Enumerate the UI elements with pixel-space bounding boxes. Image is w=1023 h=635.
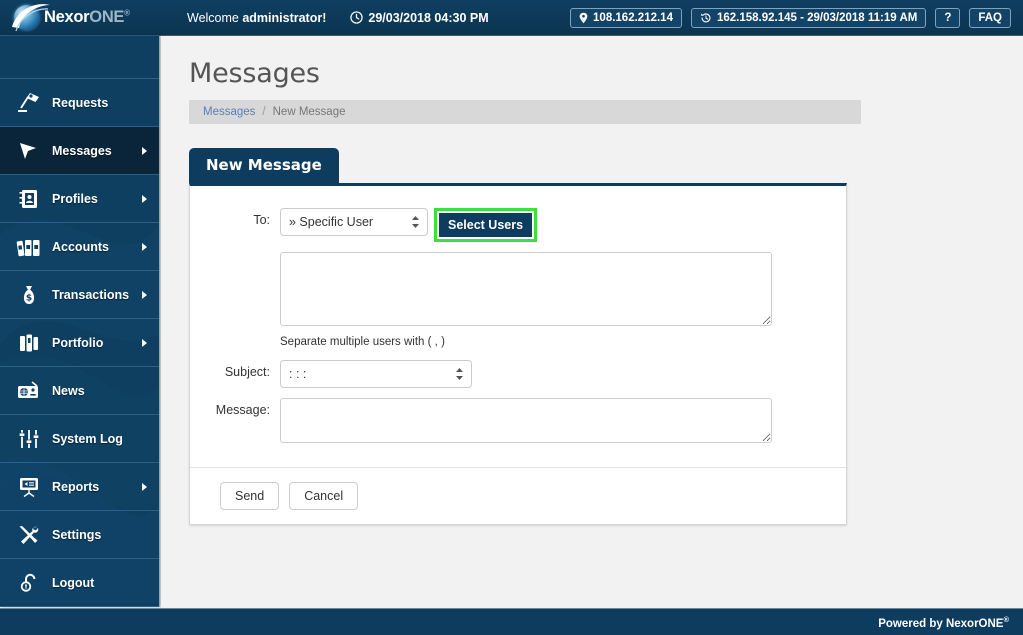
logo-text-nexor: Nexor	[44, 8, 90, 26]
history-icon	[701, 12, 711, 22]
chevron-right-icon-profiles	[142, 194, 147, 203]
help-button[interactable]: ?	[935, 7, 961, 28]
new-message-panel: To: » Specific User Select Users Separat…	[189, 183, 847, 525]
sidebar-label-news: News	[52, 383, 85, 398]
sidebar-label-settings: Settings	[52, 527, 102, 542]
sidebar-item-settings[interactable]: Settings	[0, 511, 159, 559]
label-subject: Subject:	[224, 365, 270, 379]
breadcrumb-link-messages[interactable]: Messages	[203, 106, 255, 118]
label-recipients-spacer	[202, 252, 280, 257]
datetime-text: 29/03/2018 04:30 PM	[368, 10, 489, 25]
panel-footer: Send Cancel	[190, 467, 846, 524]
sidebar-label-messages: Messages	[52, 143, 112, 158]
sidebar-label-profiles: Profiles	[52, 191, 98, 206]
sidebar-item-news[interactable]: News	[0, 367, 159, 415]
page-title: Messages	[189, 58, 320, 89]
chevron-right-icon-messages	[142, 146, 147, 155]
subject-select[interactable]: : : :	[280, 360, 472, 388]
label-message: Message:	[215, 403, 270, 417]
desk-lamp-icon	[14, 89, 44, 117]
recipients-hint: Separate multiple users with ( , )	[280, 336, 445, 348]
breadcrumb: Messages / New Message	[189, 100, 861, 124]
current-datetime: 29/03/2018 04:30 PM	[350, 10, 489, 25]
to-select[interactable]: » Specific User	[280, 208, 428, 236]
sidebar-item-messages[interactable]: Messages	[0, 127, 159, 175]
form-row-message: Message:	[190, 398, 846, 443]
footer-powered-by-text: Powered by NexorONE	[878, 617, 1004, 630]
breadcrumb-separator: /	[262, 106, 266, 118]
sidebar-item-accounts[interactable]: Accounts	[0, 223, 159, 271]
top-header-bar: NexorONE® Welcome administrator! 29/03/2…	[0, 0, 1023, 36]
main-content-area: Messages Messages / New Message New Mess…	[161, 36, 1023, 607]
radio-icon	[14, 377, 44, 405]
main-sidebar: Requests Messages Profiles Accounts $ Tr…	[0, 36, 160, 607]
footer-powered-by: Powered by NexorONE®	[878, 615, 1009, 630]
briefcase-icon	[14, 329, 44, 357]
new-message-form: To: » Specific User Select Users Separat…	[190, 186, 846, 467]
sidebar-item-reports[interactable]: Reports	[0, 463, 159, 511]
label-to: To:	[253, 213, 270, 227]
logo-text-one: ONE	[89, 8, 125, 26]
last-login-text: 162.158.92.145 - 29/03/2018 11:19 AM	[716, 11, 918, 24]
sidebar-label-logout: Logout	[52, 575, 95, 590]
welcome-username: administrator!	[242, 10, 327, 25]
chevron-right-icon-transactions	[142, 290, 147, 299]
location-pin-icon	[579, 12, 588, 23]
chevron-right-icon-reports	[142, 482, 147, 491]
tab-new-message[interactable]: New Message	[189, 148, 339, 183]
chevron-right-icon-portfolio	[142, 338, 147, 347]
client-ip-text: 108.162.212.14	[593, 11, 673, 24]
logo-text: NexorONE®	[44, 8, 130, 27]
svg-text:$: $	[26, 293, 32, 303]
logo-registered-mark: ®	[124, 8, 130, 18]
sidebar-label-accounts: Accounts	[52, 239, 109, 254]
subject-select-wrapper: : : :	[280, 360, 472, 388]
select-users-highlight: Select Users	[434, 208, 538, 242]
sidebar-label-reports: Reports	[52, 479, 100, 494]
money-bag-icon: $	[14, 281, 44, 309]
sidebar-label-requests: Requests	[52, 95, 109, 110]
page-footer: Powered by NexorONE®	[0, 608, 1023, 635]
client-ip-badge: 108.162.212.14	[570, 7, 682, 28]
send-button[interactable]: Send	[220, 482, 280, 510]
header-right-group: 108.162.212.14 162.158.92.145 - 29/03/20…	[570, 7, 1023, 28]
logo-sphere-icon	[14, 5, 39, 30]
last-login-badge: 162.158.92.145 - 29/03/2018 11:19 AM	[690, 7, 927, 28]
recipients-textarea[interactable]	[280, 252, 772, 326]
form-row-recipients	[190, 252, 846, 326]
to-select-wrapper: » Specific User	[280, 208, 428, 236]
faq-button[interactable]: FAQ	[969, 7, 1011, 28]
cancel-button[interactable]: Cancel	[289, 482, 359, 510]
binders-icon	[14, 233, 44, 261]
sidebar-item-requests[interactable]: Requests	[0, 79, 159, 127]
sidebar-label-transactions: Transactions	[52, 287, 130, 302]
address-book-icon	[14, 185, 44, 213]
sidebar-item-portfolio[interactable]: Portfolio	[0, 319, 159, 367]
sidebar-item-logout[interactable]: Logout	[0, 559, 159, 607]
sidebar-item-profiles[interactable]: Profiles	[0, 175, 159, 223]
tools-icon	[14, 521, 44, 549]
form-row-to: To: » Specific User Select Users	[190, 208, 846, 242]
welcome-message: Welcome administrator!	[187, 11, 326, 25]
form-row-subject: Subject: : : :	[190, 360, 846, 388]
sidebar-label-portfolio: Portfolio	[52, 335, 104, 350]
sidebar-top-spacer	[0, 36, 159, 79]
unlock-icon	[14, 569, 44, 597]
message-textarea[interactable]	[280, 398, 772, 443]
sidebar-item-transactions[interactable]: $ Transactions	[0, 271, 159, 319]
sliders-icon	[14, 425, 44, 453]
chevron-right-icon-accounts	[142, 242, 147, 251]
footer-registered-mark: ®	[1003, 614, 1009, 624]
clock-icon	[350, 11, 364, 24]
cursor-arrow-icon	[14, 137, 44, 165]
welcome-prefix: Welcome	[187, 10, 243, 25]
select-users-button[interactable]: Select Users	[439, 213, 533, 237]
sidebar-item-system-log[interactable]: System Log	[0, 415, 159, 463]
tab-bar: New Message	[189, 148, 1023, 183]
app-logo[interactable]: NexorONE®	[0, 0, 175, 36]
breadcrumb-current: New Message	[272, 106, 346, 118]
presentation-icon	[14, 473, 44, 501]
sidebar-label-system-log: System Log	[52, 431, 123, 446]
